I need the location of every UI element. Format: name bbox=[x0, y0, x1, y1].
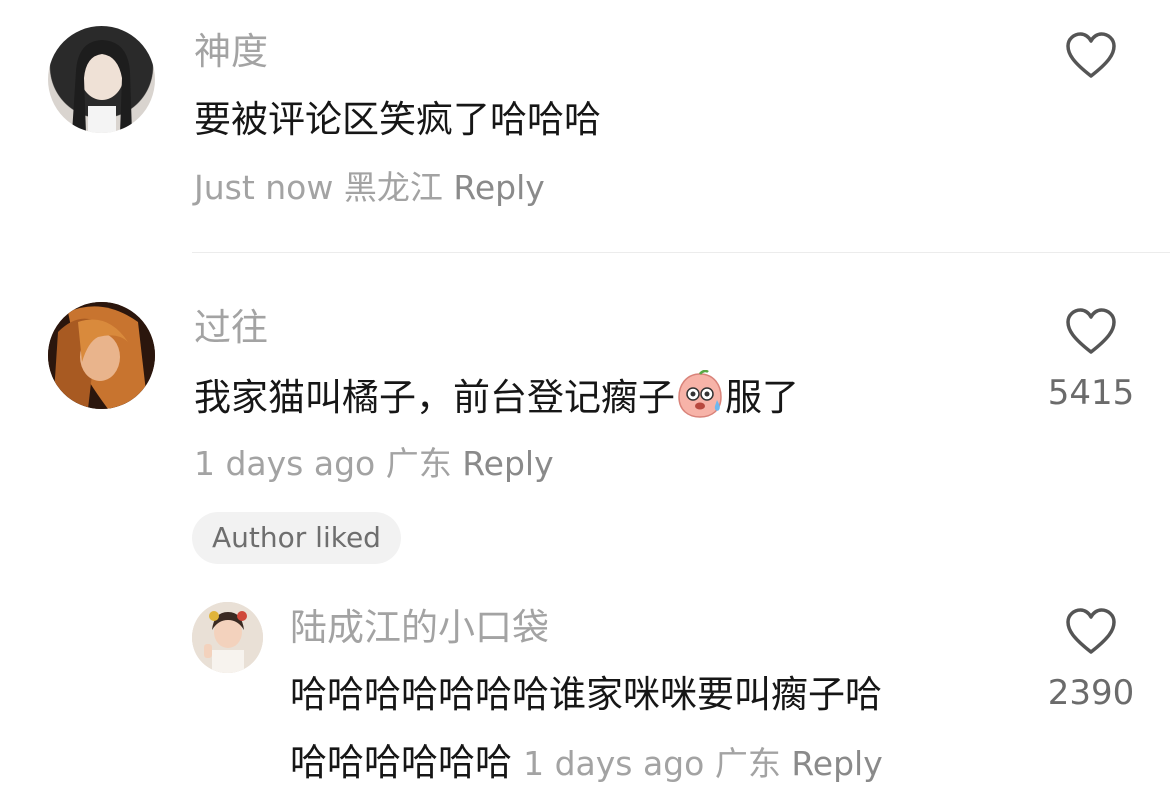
author-liked-badge: Author liked bbox=[192, 512, 401, 564]
reply-text-line-2: 哈哈哈哈哈哈 bbox=[290, 741, 512, 784]
comment-meta: Just now 黑龙江 Reply bbox=[194, 168, 545, 208]
reply-button[interactable]: Reply bbox=[453, 168, 544, 207]
like-button[interactable] bbox=[1065, 308, 1117, 356]
comment-divider bbox=[192, 252, 1170, 253]
like-button[interactable] bbox=[1065, 608, 1117, 656]
like-button[interactable] bbox=[1065, 32, 1117, 80]
reply-button[interactable]: Reply bbox=[462, 444, 553, 483]
heart-outline-icon bbox=[1066, 32, 1116, 78]
comment-text-part: 服了 bbox=[725, 376, 799, 419]
reply-button[interactable]: Reply bbox=[791, 744, 882, 783]
sweating-face-emoji bbox=[678, 370, 722, 418]
avatar[interactable] bbox=[48, 26, 155, 133]
comment-time: Just now bbox=[194, 168, 334, 207]
comment-text: 要被评论区笑疯了哈哈哈 bbox=[194, 98, 601, 141]
comment-location: 广东 bbox=[385, 444, 452, 483]
reply-text-line-2-row: 哈哈哈哈哈哈 1 days ago 广东 Reply bbox=[290, 738, 883, 788]
avatar-portrait bbox=[48, 302, 155, 409]
reply-time: 1 days ago bbox=[523, 744, 705, 783]
like-count: 5415 bbox=[1047, 373, 1135, 413]
reply-text-line-1: 哈哈哈哈哈哈哈谁家咪咪要叫瘸子哈 bbox=[290, 673, 882, 716]
comment-meta: 1 days ago 广东 Reply bbox=[194, 444, 554, 484]
comment-username[interactable]: 神度 bbox=[194, 30, 268, 74]
comment-time: 1 days ago bbox=[194, 444, 376, 483]
reply-username[interactable]: 陆成江的小口袋 bbox=[290, 606, 549, 650]
avatar[interactable] bbox=[192, 602, 263, 673]
like-count: 2390 bbox=[1047, 673, 1135, 713]
heart-outline-icon bbox=[1066, 308, 1116, 354]
comment-text-part: 我家猫叫橘子，前台登记瘸子 bbox=[194, 376, 675, 419]
comment-location: 黑龙江 bbox=[343, 168, 443, 207]
avatar[interactable] bbox=[48, 302, 155, 409]
comment-username[interactable]: 过往 bbox=[194, 306, 268, 350]
avatar-portrait bbox=[72, 40, 132, 133]
reply-meta: 1 days ago 广东 Reply bbox=[523, 744, 883, 783]
avatar-portrait bbox=[192, 602, 263, 673]
comment-text: 我家猫叫橘子，前台登记瘸子 服了 bbox=[194, 370, 799, 423]
reply-location: 广东 bbox=[714, 744, 781, 783]
heart-outline-icon bbox=[1066, 608, 1116, 654]
